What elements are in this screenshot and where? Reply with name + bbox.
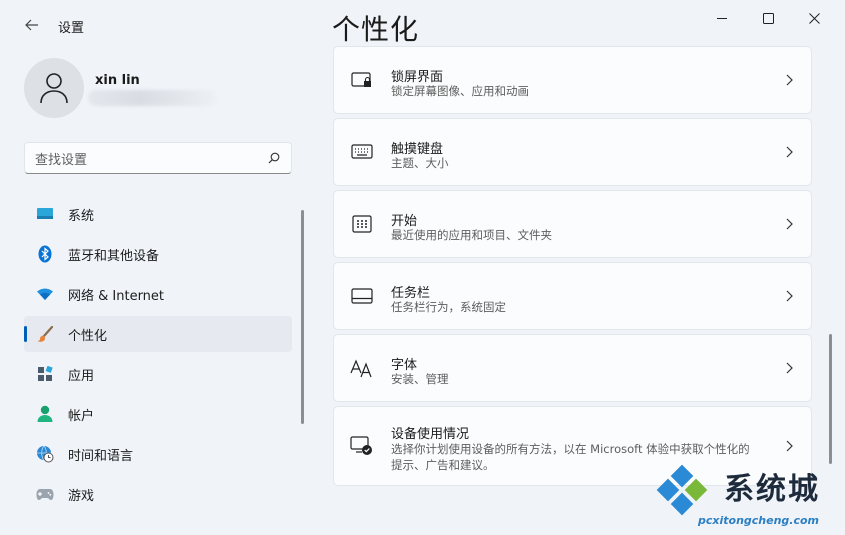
card-subtitle: 安装、管理 — [391, 372, 449, 386]
chevron-right-icon — [783, 217, 795, 231]
close-button[interactable] — [791, 6, 837, 30]
card-subtitle-line2: 提示、广告和建议。 — [391, 458, 495, 472]
avatar[interactable] — [24, 58, 84, 118]
sidebar-item-apps[interactable]: 应用 — [24, 356, 292, 392]
card-title: 设备使用情况 — [391, 427, 470, 442]
setting-card-start[interactable]: 开始 最近使用的应用和项目、文件夹 — [333, 190, 812, 258]
app-title: 设置 — [58, 21, 85, 36]
chevron-right-icon — [783, 289, 795, 303]
sidebar-item-label: 个性化 — [68, 328, 108, 344]
account-icon — [36, 405, 54, 423]
sidebar-item-bluetooth[interactable]: 蓝牙和其他设备 — [24, 236, 292, 272]
sidebar-item-network[interactable]: 网络 & Internet — [24, 276, 292, 312]
setting-card-taskbar[interactable]: 任务栏 任务栏行为，系统固定 — [333, 262, 812, 330]
sidebar-item-system[interactable]: 系统 — [24, 196, 292, 232]
device-usage-icon — [350, 434, 374, 458]
card-subtitle: 最近使用的应用和项目、文件夹 — [391, 228, 552, 242]
settings-window: 设置 个性化 xin lin 查找设置 系统 蓝牙和其他设备 网络 & Inte… — [0, 0, 845, 535]
apps-icon — [36, 365, 54, 383]
taskbar-icon — [350, 284, 374, 308]
sidebar-item-personalization[interactable]: 个性化 — [24, 316, 292, 352]
fonts-icon — [350, 356, 374, 380]
main-scrollbar[interactable] — [829, 334, 832, 464]
sidebar-item-label: 帐户 — [68, 408, 95, 424]
back-arrow-icon — [25, 19, 38, 31]
sidebar-nav: 系统 蓝牙和其他设备 网络 & Internet 个性化 应用 帐户 时间和语言… — [24, 196, 292, 516]
close-icon — [808, 12, 820, 24]
setting-card-touch-keyboard[interactable]: 触摸键盘 主题、大小 — [333, 118, 812, 186]
sidebar-item-label: 网络 & Internet — [68, 288, 165, 304]
chevron-right-icon — [783, 145, 795, 159]
card-subtitle: 任务栏行为，系统固定 — [391, 300, 506, 314]
bluetooth-icon — [36, 245, 54, 263]
sidebar-item-label: 应用 — [68, 368, 95, 384]
search-input[interactable]: 查找设置 — [24, 142, 292, 174]
sidebar-item-label: 系统 — [68, 208, 95, 224]
watermark: 系统城 pcxitongcheng.com — [652, 462, 842, 534]
lock-screen-icon — [350, 68, 374, 92]
sidebar-item-label: 时间和语言 — [68, 448, 134, 464]
user-icon — [40, 73, 68, 104]
sidebar-item-gaming[interactable]: 游戏 — [24, 476, 292, 512]
watermark-url: pcxitongcheng.com — [698, 514, 820, 527]
card-subtitle: 主题、大小 — [391, 156, 449, 170]
chevron-right-icon — [783, 73, 795, 87]
watermark-text: 系统城 — [724, 472, 820, 507]
paintbrush-icon — [36, 325, 54, 343]
minimize-button[interactable] — [699, 6, 745, 30]
page-title: 个性化 — [332, 13, 420, 46]
user-name: xin lin — [95, 73, 140, 88]
chevron-right-icon — [783, 439, 795, 453]
system-display-icon — [36, 205, 54, 223]
sidebar-item-label: 蓝牙和其他设备 — [68, 248, 160, 264]
sidebar-item-time-language[interactable]: 时间和语言 — [24, 436, 292, 472]
sidebar-scrollbar[interactable] — [301, 210, 304, 424]
back-button[interactable] — [20, 14, 44, 36]
maximize-button[interactable] — [745, 6, 791, 30]
card-subtitle: 锁定屏幕图像、应用和动画 — [391, 84, 529, 98]
keyboard-icon — [350, 140, 374, 164]
search-icon[interactable] — [267, 151, 281, 165]
card-subtitle-line1: 选择你计划使用设备的所有方法，以在 Microsoft 体验中获取个性化的 — [391, 442, 750, 456]
gamepad-icon — [36, 485, 54, 503]
chevron-right-icon — [783, 361, 795, 375]
globe-clock-icon — [36, 445, 54, 463]
search-placeholder: 查找设置 — [35, 152, 88, 168]
user-email-redacted — [88, 90, 218, 106]
maximize-icon — [762, 12, 774, 24]
wifi-icon — [36, 285, 54, 303]
sidebar-item-accounts[interactable]: 帐户 — [24, 396, 292, 432]
setting-card-lock-screen[interactable]: 锁屏界面 锁定屏幕图像、应用和动画 — [333, 46, 812, 114]
sidebar-item-label: 游戏 — [68, 488, 95, 504]
setting-card-fonts[interactable]: 字体 安装、管理 — [333, 334, 812, 402]
start-menu-icon — [350, 212, 374, 236]
minimize-icon — [717, 18, 727, 19]
